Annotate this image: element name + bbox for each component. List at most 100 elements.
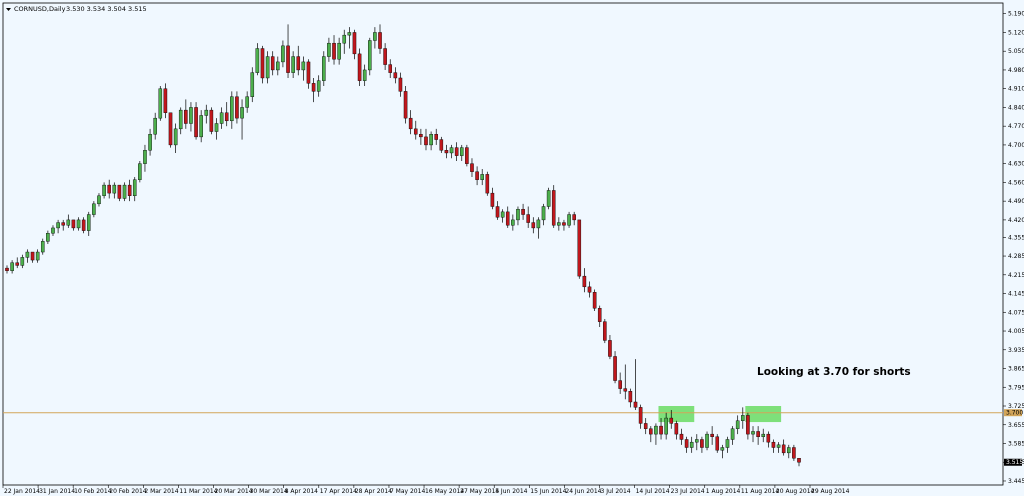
candle-body-bull xyxy=(173,128,178,146)
candle-body-bear xyxy=(286,45,290,73)
candle-body-bull xyxy=(541,206,546,221)
candle-body-bull xyxy=(240,107,244,119)
x-tick-label: 8 Apr 2014 xyxy=(285,488,318,495)
x-tick-label: 17 Apr 2014 xyxy=(320,488,357,495)
y-tick-label: 4.560 xyxy=(1008,179,1024,186)
x-tick-label: 20 Mar 2014 xyxy=(215,488,253,495)
y-tick-label: 3.935 xyxy=(1008,347,1024,354)
x-tick-label: 11 Aug 2014 xyxy=(741,488,780,495)
candle-body-bull xyxy=(761,433,766,438)
candle-body-bull xyxy=(429,134,433,146)
candle-body-bull xyxy=(97,195,101,205)
candle xyxy=(551,185,556,228)
chart-window: CORNUSD,Daily 3.530 3.534 3.504 3.515 Lo… xyxy=(0,0,1024,496)
candle-body-bull xyxy=(35,251,40,261)
candle-body-bull xyxy=(557,222,561,226)
candle xyxy=(250,67,255,103)
candle-body-bear xyxy=(715,436,720,451)
candle xyxy=(705,431,709,451)
candle-body-bear xyxy=(572,214,576,221)
candle-body-bull xyxy=(654,425,658,435)
candle-body-bear xyxy=(465,147,469,164)
y-tick-label: 4.840 xyxy=(1008,104,1024,111)
candle-body-bear xyxy=(235,96,239,119)
candle-body-bear xyxy=(551,190,556,226)
y-tick-label: 3.445 xyxy=(1008,478,1024,485)
candle-body-bull xyxy=(373,32,377,41)
candle xyxy=(163,83,168,119)
candle-body-bear xyxy=(603,321,607,341)
candle-body-bear xyxy=(224,112,229,122)
x-tick-label: 3 Jul 2014 xyxy=(600,488,630,495)
highlight-zone-1 xyxy=(658,406,695,423)
candle-body-bear xyxy=(163,88,168,113)
candle-body-bull xyxy=(204,109,209,116)
candle-body-bear xyxy=(674,423,679,435)
candle-body-bull xyxy=(56,222,60,229)
x-tick-label: 23 Jul 2014 xyxy=(671,488,705,495)
candle-body-bear xyxy=(700,439,704,448)
y-tick-label: 4.630 xyxy=(1008,161,1024,168)
candle-body-bull xyxy=(51,227,55,234)
candle xyxy=(485,171,490,196)
candle-body-bull xyxy=(322,56,326,81)
x-tick-label: 16 May 2014 xyxy=(425,488,464,495)
y-tick-label: 4.075 xyxy=(1008,309,1024,316)
candle-body-bear xyxy=(194,107,198,138)
x-tick-label: 22 Jan 2014 xyxy=(4,488,40,495)
x-tick-label: 29 Aug 2014 xyxy=(811,488,850,495)
candle xyxy=(546,187,551,210)
candle-body-bear xyxy=(710,433,714,438)
candle-body-bear xyxy=(582,275,587,288)
candle-body-bear xyxy=(649,428,653,435)
candle-body-bear xyxy=(684,439,689,448)
candle-body-bull xyxy=(342,34,347,44)
candle-body-bear xyxy=(597,308,602,322)
candle-body-bull xyxy=(143,150,147,164)
candle-body-bull xyxy=(219,112,224,124)
candle-body-bull xyxy=(741,415,745,421)
candle-body-bull xyxy=(291,56,295,73)
candle-body-bear xyxy=(378,32,382,49)
candle-body-bear xyxy=(398,77,403,92)
candle xyxy=(322,51,326,87)
y-tick-label: 4.145 xyxy=(1008,291,1024,298)
x-tick-label: 20 Feb 2014 xyxy=(109,488,147,495)
candle-body-bear xyxy=(756,431,760,438)
candle-body-bull xyxy=(546,190,551,207)
candle-body-bull xyxy=(132,179,137,197)
x-tick-label: 15 Jun 2014 xyxy=(530,488,566,495)
candle-body-bear xyxy=(439,139,444,151)
candle-body-bull xyxy=(178,109,183,130)
candle-body-bull xyxy=(449,147,454,154)
candle-body-bull xyxy=(567,214,571,226)
candle-body-bull xyxy=(112,184,117,194)
y-tick-label: 4.355 xyxy=(1008,234,1024,241)
candle-body-bull xyxy=(347,32,352,36)
candle-body-bear xyxy=(592,292,597,309)
candle-body-bear xyxy=(797,458,801,463)
candle xyxy=(122,182,127,202)
candle-body-bear xyxy=(618,380,622,389)
candle-body-bear xyxy=(669,417,674,424)
candle-body-bear xyxy=(306,61,311,84)
x-tick-label: 10 Feb 2014 xyxy=(74,488,112,495)
candle xyxy=(209,107,214,135)
candle xyxy=(138,160,142,183)
candle-body-bull xyxy=(368,40,372,71)
candle-body-bear xyxy=(61,222,65,226)
y-tick-label: 4.420 xyxy=(1008,217,1024,224)
candle-body-bear xyxy=(15,262,20,266)
candle-body-bear xyxy=(413,128,418,135)
candle-body-bull xyxy=(281,45,285,63)
candle-body-bull xyxy=(86,214,91,231)
candle-body-bear xyxy=(766,433,771,443)
candle-body-bear xyxy=(628,391,633,403)
candle-body-bull xyxy=(138,163,142,180)
y-tick-label: 4.005 xyxy=(1008,328,1024,335)
candle xyxy=(577,219,582,279)
chart-ohlc: 3.530 3.534 3.504 3.515 xyxy=(66,5,147,13)
candle xyxy=(368,37,372,76)
candle-body-bull xyxy=(327,42,331,57)
last-price-label-text: 3.515 xyxy=(1006,459,1023,466)
